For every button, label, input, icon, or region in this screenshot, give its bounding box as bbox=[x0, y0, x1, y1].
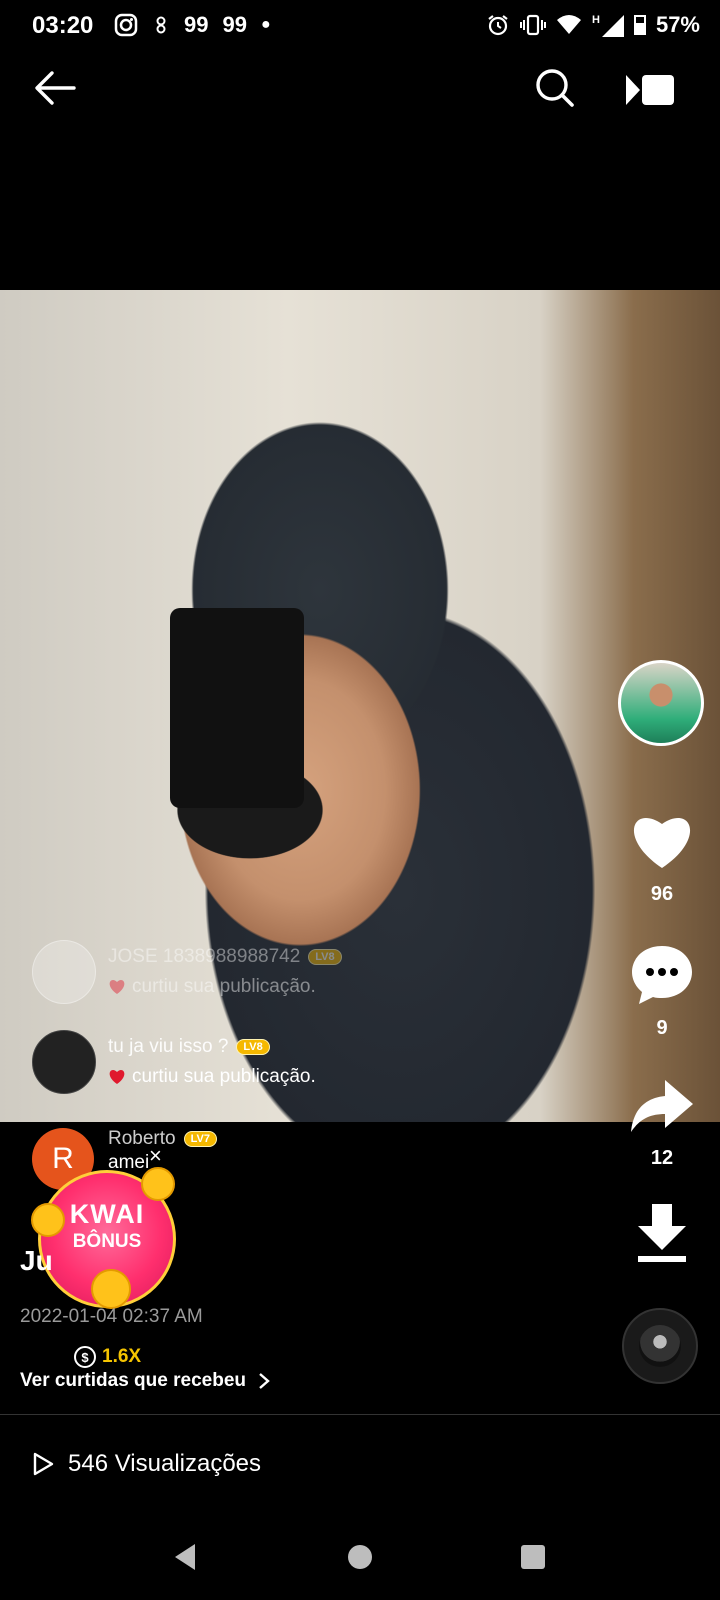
coin-multiplier: $ 1.6X bbox=[74, 1346, 141, 1368]
vibrate-icon bbox=[519, 14, 546, 36]
like-count: 96 bbox=[650, 883, 674, 905]
search-icon bbox=[536, 69, 574, 107]
top-bar bbox=[0, 55, 720, 135]
download-icon bbox=[638, 1204, 686, 1262]
alarm-icon bbox=[488, 15, 508, 36]
status-time: 03:20 bbox=[32, 12, 94, 39]
status-notifications: 99 99 ● bbox=[114, 12, 271, 38]
nav-home-button[interactable] bbox=[340, 1537, 380, 1577]
like-button[interactable]: 96 bbox=[612, 810, 712, 906]
overlay-comment-action-text: curtiu sua publicação. bbox=[132, 976, 316, 997]
circle-home-icon bbox=[348, 1545, 372, 1569]
kwai-bonus-subtitle: BÔNUS bbox=[72, 1231, 142, 1252]
overlay-comment-action: curtiu sua publicação. bbox=[108, 1066, 316, 1088]
battery-percent: 57% bbox=[655, 12, 700, 37]
wifi-icon bbox=[556, 15, 581, 34]
infinity-icon bbox=[156, 16, 166, 34]
comment-bubble-icon bbox=[632, 946, 692, 1004]
avatar bbox=[32, 1030, 96, 1094]
svg-text:H: H bbox=[592, 14, 600, 26]
dollar-icon: $ bbox=[74, 1346, 96, 1368]
notif-count-1: 99 bbox=[184, 12, 209, 37]
search-button[interactable] bbox=[530, 63, 580, 113]
overlay-comment-username: tu ja viu isso ? bbox=[108, 1036, 229, 1057]
battery-icon bbox=[633, 15, 646, 35]
nav-back-button[interactable] bbox=[165, 1537, 205, 1577]
kwai-bonus-title: KWAI bbox=[69, 1199, 145, 1229]
notif-count-2: 99 bbox=[222, 12, 247, 37]
coin-icon bbox=[141, 1167, 175, 1201]
comment-username-text: Roberto bbox=[108, 1128, 176, 1149]
play-outline-icon bbox=[33, 1452, 54, 1476]
stream-button[interactable] bbox=[620, 67, 680, 113]
arrow-left-icon bbox=[35, 71, 76, 105]
divider bbox=[0, 1414, 720, 1415]
status-bar: 03:20 99 99 ● H 57% bbox=[0, 0, 720, 52]
likes-received-label: Ver curtidas que recebeu bbox=[20, 1370, 246, 1391]
dot-icon: ● bbox=[260, 16, 271, 33]
overlay-comment: tu ja viu isso ? LV8 curtiu sua publicaç… bbox=[32, 1030, 316, 1094]
share-arrow-icon bbox=[631, 1080, 693, 1132]
coin-icon bbox=[91, 1269, 131, 1309]
signal-icon: H bbox=[592, 14, 624, 37]
chevron-right-icon bbox=[259, 1373, 270, 1389]
triangle-back-icon bbox=[175, 1544, 195, 1570]
heart-icon bbox=[109, 980, 125, 994]
overlay-comment-username: JOSE 1838988988742 bbox=[108, 946, 301, 967]
overlay-comment-action-text: curtiu sua publicação. bbox=[132, 1066, 316, 1087]
level-badge: LV8 bbox=[236, 1039, 270, 1055]
views-row: 546 Visualizações bbox=[32, 1450, 261, 1478]
nav-recents-button[interactable] bbox=[513, 1537, 553, 1577]
heart-icon bbox=[109, 1070, 125, 1084]
post-timestamp: 2022-01-04 02:37 AM bbox=[20, 1306, 203, 1327]
status-system: H 57% bbox=[486, 12, 700, 38]
overlay-comment-action: curtiu sua publicação. bbox=[108, 976, 342, 998]
music-disc-cover bbox=[639, 1325, 681, 1367]
back-button[interactable] bbox=[30, 63, 80, 113]
level-badge: LV8 bbox=[308, 949, 342, 965]
heart-icon bbox=[633, 818, 691, 868]
kwai-bonus-widget[interactable]: × KWAI BÔNUS bbox=[31, 1143, 176, 1309]
share-button[interactable]: 12 bbox=[612, 1076, 712, 1170]
square-recents-icon bbox=[521, 1545, 545, 1569]
post-username[interactable]: Ju bbox=[20, 1245, 53, 1277]
download-button[interactable] bbox=[612, 1200, 712, 1273]
multiplier-value: 1.6X bbox=[102, 1346, 142, 1367]
level-badge: LV7 bbox=[183, 1131, 217, 1147]
system-nav-bar bbox=[0, 1525, 720, 1595]
avatar bbox=[32, 940, 96, 1004]
comment-username: Roberto LV7 bbox=[108, 1128, 217, 1150]
overlay-comment: JOSE 1838988988742 LV8 curtiu sua public… bbox=[32, 940, 342, 1004]
close-icon[interactable]: × bbox=[149, 1143, 162, 1169]
comment-count: 9 bbox=[656, 1017, 668, 1039]
likes-received-link[interactable]: Ver curtidas que recebeu bbox=[20, 1370, 270, 1392]
share-count: 12 bbox=[650, 1147, 674, 1169]
overlay-comment-user: JOSE 1838988988742 LV8 bbox=[108, 946, 342, 968]
music-disc[interactable] bbox=[622, 1308, 698, 1384]
stream-play-icon bbox=[626, 75, 674, 105]
views-count: 546 Visualizações bbox=[68, 1450, 262, 1477]
overlay-comment-user: tu ja viu isso ? LV8 bbox=[108, 1036, 316, 1058]
phone-in-photo bbox=[170, 608, 304, 808]
instagram-icon bbox=[114, 13, 138, 37]
author-avatar[interactable] bbox=[618, 660, 704, 746]
comment-button[interactable]: 9 bbox=[612, 942, 712, 1040]
